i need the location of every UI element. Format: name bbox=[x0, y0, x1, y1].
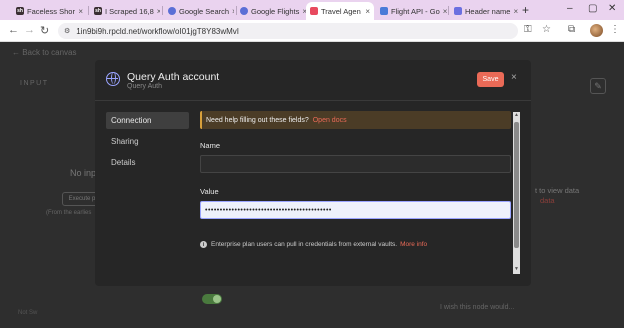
close-tab-icon[interactable]: × bbox=[362, 7, 370, 16]
nav-item-details[interactable]: Details bbox=[106, 154, 189, 171]
globe-icon bbox=[168, 7, 176, 15]
modal-title[interactable]: Query Auth account bbox=[127, 71, 219, 83]
tab-travel-agent[interactable]: Travel Agen × bbox=[306, 2, 374, 20]
tab-google-flights[interactable]: Google Flights × bbox=[236, 2, 306, 20]
modal-scrollbar[interactable]: ▲ ▼ bbox=[513, 112, 520, 274]
key-icon[interactable]: ⚿ bbox=[524, 24, 532, 35]
tab-flight-api[interactable]: Flight API - Go × bbox=[376, 2, 448, 20]
site-info-icon[interactable]: ⚙ bbox=[64, 27, 70, 35]
modal-header: Query Auth account Query Auth Save × bbox=[95, 60, 531, 100]
browser-tab-bar: sh Faceless Shor × sh I Scraped 16,8 × G… bbox=[0, 0, 624, 20]
reload-icon[interactable]: ↻ bbox=[40, 24, 49, 37]
help-banner-text: Need help filling out these fields? bbox=[206, 116, 309, 124]
from-earliest-text: (From the earlies bbox=[46, 210, 92, 216]
value-label: Value bbox=[200, 187, 219, 196]
close-tab-icon[interactable]: × bbox=[299, 7, 306, 16]
menu-kebab-icon[interactable]: ⋮ bbox=[610, 24, 620, 35]
name-input[interactable] bbox=[200, 155, 511, 173]
name-label: Name bbox=[200, 141, 221, 150]
close-icon[interactable]: × bbox=[511, 72, 517, 83]
tab-google-search[interactable]: Google Search × bbox=[164, 2, 234, 20]
globe-icon bbox=[240, 7, 248, 15]
header-divider bbox=[95, 100, 531, 101]
close-window-icon[interactable]: ✕ bbox=[608, 3, 616, 14]
close-tab-icon[interactable]: × bbox=[510, 7, 518, 16]
bookmark-star-icon[interactable]: ☆ bbox=[542, 24, 551, 35]
scrollbar-thumb[interactable] bbox=[514, 122, 519, 248]
tab-i-scraped[interactable]: sh I Scraped 16,8 × bbox=[90, 2, 160, 20]
no-input-text: No inp bbox=[70, 168, 97, 178]
modal-subtitle: Query Auth bbox=[127, 83, 163, 90]
address-bar: ← → ↻ ⚙ 1in9bi9h.rpcld.net/workflow/oI01… bbox=[0, 20, 624, 42]
feedback-wish-text[interactable]: I wish this node would... bbox=[440, 304, 514, 311]
back-to-canvas-link[interactable]: ← Back to canvas bbox=[12, 48, 76, 57]
back-arrow-icon[interactable]: ← bbox=[8, 24, 19, 36]
tab-header-name[interactable]: Header name × bbox=[450, 2, 520, 20]
close-tab-icon[interactable]: × bbox=[440, 7, 448, 16]
scroll-up-icon[interactable]: ▲ bbox=[513, 112, 520, 118]
n8n-logo-icon bbox=[310, 7, 318, 15]
modal-sidenav: Connection Sharing Details bbox=[106, 112, 189, 175]
close-tab-icon[interactable]: × bbox=[229, 7, 234, 16]
close-tab-icon[interactable]: × bbox=[154, 7, 160, 16]
profile-avatar[interactable] bbox=[590, 24, 603, 37]
forward-arrow-icon[interactable]: → bbox=[24, 24, 35, 36]
maximize-icon[interactable]: ▢ bbox=[588, 3, 597, 14]
close-tab-icon[interactable]: × bbox=[75, 7, 83, 16]
bottom-status-text: Not Sw bbox=[18, 310, 38, 316]
input-panel-label: INPUT bbox=[20, 80, 49, 87]
nav-item-sharing[interactable]: Sharing bbox=[106, 133, 189, 150]
docs-icon bbox=[380, 7, 388, 15]
save-button[interactable]: Save bbox=[477, 72, 504, 87]
globe-icon bbox=[106, 72, 120, 86]
enterprise-info: i Enterprise plan users can pull in cred… bbox=[200, 241, 427, 248]
url-field[interactable]: ⚙ 1in9bi9h.rpcld.net/workflow/oI01jgT8Y8… bbox=[58, 23, 518, 39]
toggle-switch[interactable] bbox=[202, 294, 222, 304]
info-icon: i bbox=[200, 241, 207, 248]
view-data-link[interactable]: data bbox=[540, 196, 555, 205]
scroll-down-icon[interactable]: ▼ bbox=[513, 266, 520, 272]
modal-content: Need help filling out these fields? Open… bbox=[200, 111, 518, 277]
more-info-link[interactable]: More info bbox=[400, 241, 427, 248]
extensions-icon[interactable]: ⧉ bbox=[568, 24, 575, 35]
enterprise-info-text: Enterprise plan users can pull in creden… bbox=[211, 241, 398, 248]
credential-modal: Query Auth account Query Auth Save × Con… bbox=[95, 60, 531, 286]
tab-favicon-icon: sh bbox=[94, 7, 102, 15]
view-data-text: t to view data bbox=[535, 186, 580, 195]
tab-favicon-icon: sh bbox=[16, 7, 24, 15]
edit-pencil-icon[interactable]: ✎ bbox=[590, 78, 606, 94]
help-banner: Need help filling out these fields? Open… bbox=[200, 111, 511, 129]
minimize-icon[interactable]: – bbox=[567, 3, 573, 14]
value-password-input[interactable]: ••••••••••••••••••••••••••••••••••••••••… bbox=[200, 201, 511, 219]
new-tab-icon[interactable]: + bbox=[522, 3, 529, 17]
open-docs-link[interactable]: Open docs bbox=[313, 117, 347, 124]
tab-faceless-shorts[interactable]: sh Faceless Shor × bbox=[12, 2, 87, 20]
nav-item-connection[interactable]: Connection bbox=[106, 112, 189, 129]
app-icon bbox=[454, 7, 462, 15]
